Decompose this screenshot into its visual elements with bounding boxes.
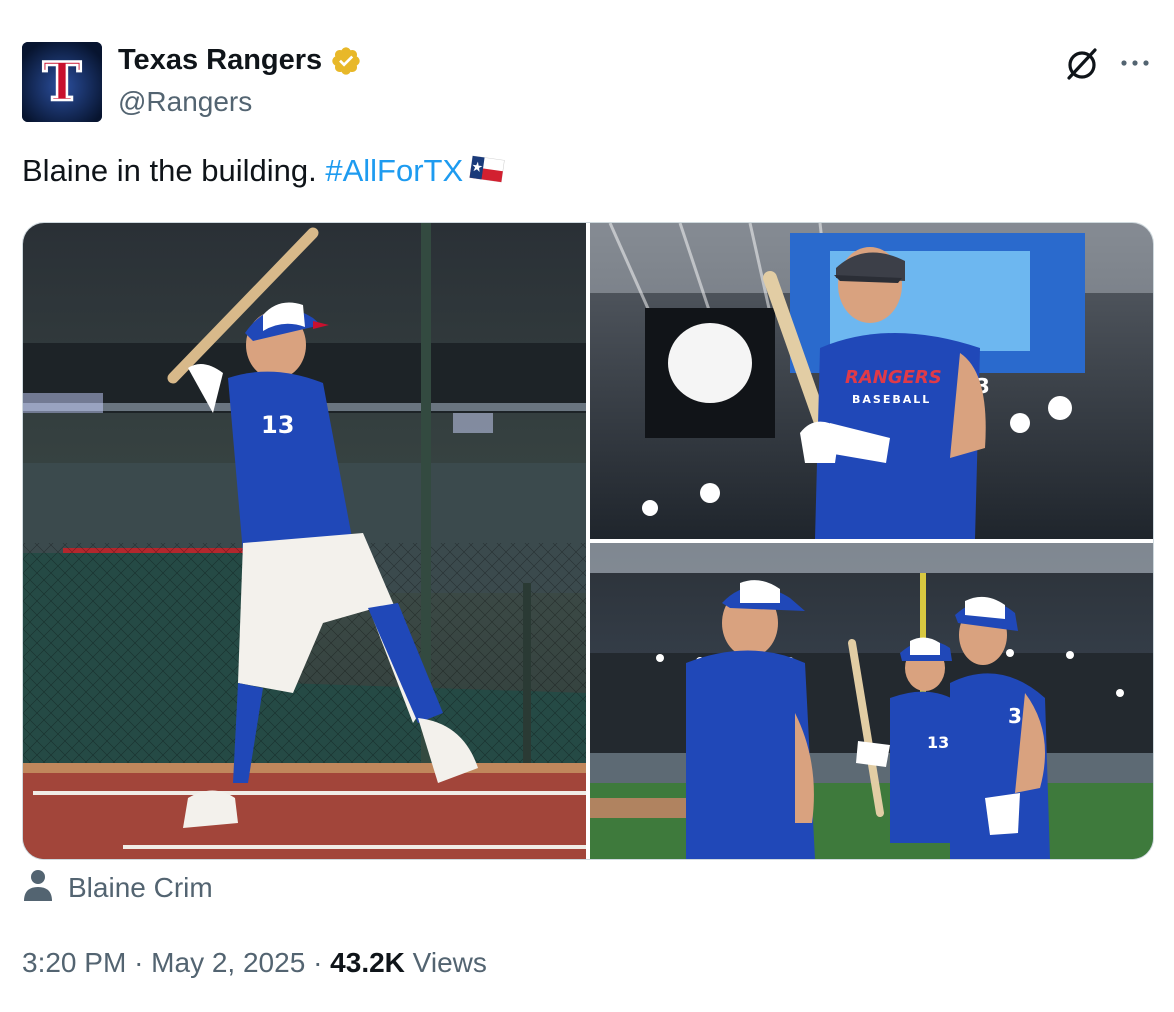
meta-separator: · (134, 947, 144, 978)
svg-text:RANGERS: RANGERS (845, 367, 942, 388)
more-options-icon[interactable] (1116, 48, 1156, 78)
author-name[interactable]: Texas Rangers (118, 44, 362, 77)
svg-text:13: 13 (927, 733, 949, 752)
tweet-text: Blaine in the building. #AllForTX (22, 152, 507, 194)
photo-batting-cage[interactable]: 13 (23, 223, 586, 859)
views-label: Views (412, 947, 487, 978)
person-icon (22, 868, 54, 907)
texas-flag-emoji (467, 152, 507, 194)
tweet-body: Blaine in the building. (22, 153, 317, 188)
grok-icon[interactable] (1062, 44, 1102, 84)
svg-text:T: T (43, 52, 82, 113)
tweet-meta: 3:20 PM · May 2, 2025 · 43.2K Views (22, 947, 487, 979)
photo-players-chatting[interactable]: 13 36 (590, 543, 1153, 859)
author-handle[interactable]: @Rangers (118, 86, 252, 118)
svg-text:BASEBALL: BASEBALL (852, 393, 931, 406)
views-count: 43.2K (330, 947, 405, 978)
tagged-user-name[interactable]: Blaine Crim (68, 872, 213, 904)
verified-badge-icon[interactable] (330, 45, 362, 77)
svg-text:13: 13 (261, 411, 294, 439)
author-avatar[interactable]: T (22, 42, 102, 122)
tweet-date[interactable]: May 2, 2025 (151, 947, 305, 978)
photo-player-smiling[interactable]: RANGERS BASEBALL 13 (590, 223, 1153, 539)
media-grid: 13 RANGERS BASEBALL 13 36 (22, 222, 1154, 860)
tweet-time[interactable]: 3:20 PM (22, 947, 126, 978)
author-name-label[interactable]: Texas Rangers (118, 44, 322, 77)
hashtag-link[interactable]: #AllForTX (325, 153, 463, 188)
tagged-user[interactable]: Blaine Crim (22, 868, 213, 907)
meta-separator: · (313, 947, 323, 978)
